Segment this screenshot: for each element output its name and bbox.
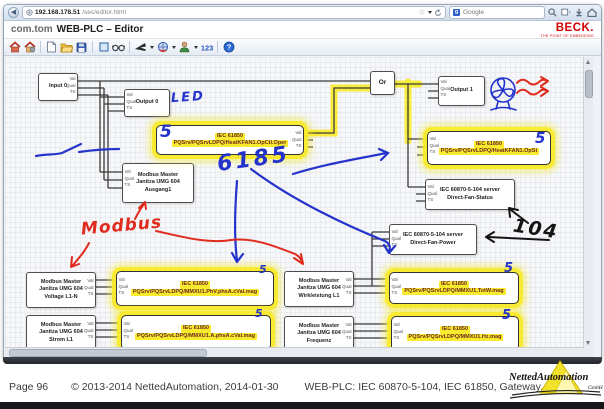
open-folder-icon[interactable] xyxy=(60,41,73,54)
page-header: com.tom WEB-PLC – Editor BECK. THE POINT… xyxy=(4,21,601,39)
google-logo-icon: g xyxy=(453,9,460,16)
scroll-up-arrow-icon[interactable] xyxy=(586,60,590,64)
search-engine-label: Google xyxy=(463,9,484,16)
connector-arrow-icon[interactable] xyxy=(134,41,147,54)
vertical-scroll-thumb[interactable] xyxy=(585,70,593,98)
block-output1[interactable]: Output 1 Val Qual TS xyxy=(438,76,485,106)
arrow-to-ausgang1 xyxy=(134,201,147,220)
block-output0[interactable]: Output 0 Val Qual TS xyxy=(124,89,170,117)
page-number: Page 96 xyxy=(9,381,49,393)
vertical-scrollbar[interactable] xyxy=(583,57,593,357)
widget-icon[interactable] xyxy=(97,41,110,54)
block-104-fan-power[interactable]: IEC 60870-5-104 server Direct-Fan-Power V… xyxy=(389,224,477,255)
connector-dropdown-caret-icon[interactable] xyxy=(150,45,154,49)
preview-glasses-icon[interactable] xyxy=(112,41,125,54)
reload-icon[interactable] xyxy=(434,8,442,17)
beck-logo-text: BECK. xyxy=(555,22,594,34)
fan-sketch xyxy=(490,77,517,111)
arrow-to-opst xyxy=(291,147,390,176)
home-icon[interactable] xyxy=(8,41,21,54)
logo-text: NettedAutomation xyxy=(508,372,589,383)
block-modbus-ausgang1[interactable]: Modbus Master Janitza UMG 604 Ausgang1 Val… xyxy=(122,163,194,203)
block-label: Input 0 xyxy=(48,83,68,90)
address-bar[interactable]: 192.168.178.51/sec/editor.html ☆ xyxy=(22,6,446,19)
horizontal-scrollbar[interactable] xyxy=(5,347,584,357)
horizontal-scroll-thumb[interactable] xyxy=(9,349,207,357)
beck-logo: BECK. THE POINT OF EMBEDDING xyxy=(540,22,594,38)
editor-toolbar: 123 ? xyxy=(4,39,601,56)
heat-wave-2 xyxy=(516,86,549,97)
url-path: /sec/editor.html xyxy=(82,9,126,16)
app-name: com.tom xyxy=(11,24,53,35)
heat-wave-1 xyxy=(516,76,549,87)
help-icon[interactable]: ? xyxy=(222,41,235,54)
block-or[interactable]: Or xyxy=(370,71,395,95)
back-button[interactable]: ◀ xyxy=(8,7,19,18)
bookmark-star-icon[interactable]: ☆ xyxy=(419,9,425,16)
annotation-104: 104 xyxy=(511,214,561,244)
block-label: Output 1 xyxy=(450,87,473,94)
browser-chrome: ◀ 192.168.178.51/sec/editor.html ☆ g Goo… xyxy=(4,5,601,21)
block-iec61850-opst[interactable]: IEC 61850 PQSrv/PQSrvLDPQ/HeatKFAN1.OpSt … xyxy=(427,131,551,165)
copyright: © 2013-2014 NettedAutomation, 2014-01-30 xyxy=(71,381,279,393)
plc-diagram-canvas[interactable]: Input 0 Val Qual TS Output 0 Val Qual TS Or … xyxy=(5,57,593,357)
save-icon[interactable] xyxy=(75,41,88,54)
network-globe-icon[interactable] xyxy=(156,41,169,54)
url-host: 192.168.178.51 xyxy=(35,9,81,16)
annotation-modbus: Modbus xyxy=(80,212,163,240)
arrow-to-voltage xyxy=(70,242,90,268)
block-104-fan-status[interactable]: IEC 60870-5-104 server Direct-Fan-Status … xyxy=(425,179,515,210)
logo-subtext: GmbH xyxy=(588,385,603,391)
annotation-led: LED xyxy=(170,88,206,107)
url-dropdown-caret-icon[interactable] xyxy=(428,11,432,14)
block-modbus-strom[interactable]: Modbus Master Janitza UMG 604 Strom L1 Val… xyxy=(26,315,96,351)
search-box[interactable]: g Google xyxy=(449,6,545,19)
downloads-icon[interactable] xyxy=(575,8,583,17)
home-config-icon[interactable] xyxy=(23,41,36,54)
arrow-to-phv xyxy=(230,179,245,264)
block-modbus-voltage[interactable]: Modbus Master Janitza UMG 604 Voltage L1-N… xyxy=(26,272,96,308)
user-icon[interactable] xyxy=(178,41,191,54)
browser-window: ◀ 192.168.178.51/sec/editor.html ☆ g Goo… xyxy=(3,4,602,359)
nettedautomation-logo: NettedAutomation GmbH xyxy=(508,360,604,407)
block-iec61850-totw[interactable]: IEC 61850 PQSrv/PQSrvLDPQ/MMXU1.TotW.mag … xyxy=(389,272,519,304)
new-file-icon[interactable] xyxy=(45,41,58,54)
network-dropdown-caret-icon[interactable] xyxy=(172,45,176,49)
block-iec61850-opctl-oper[interactable]: IEC 61850 PQSrv/PQSrvLDPQ/HeatKFAN1.OpCtl… xyxy=(156,125,304,155)
arrow-to-fan-power-104 xyxy=(485,231,550,243)
block-iec61850-phv[interactable]: IEC 61850 PQSrv/PQSrvLDPQ/MMXU1.PhV.phsA.… xyxy=(116,271,274,306)
block-label: Or xyxy=(378,78,387,86)
home-shortcut-icon[interactable] xyxy=(587,8,597,17)
arrow-to-wirkleistung xyxy=(155,230,304,265)
switch-sketch xyxy=(34,142,121,158)
search-go-icon[interactable] xyxy=(548,8,557,17)
site-favicon-globe-icon xyxy=(26,9,33,16)
block-label: Output 0 xyxy=(135,99,159,106)
arrow-to-fan-power xyxy=(249,167,397,255)
block-iec61850-hz[interactable]: IEC 61850 PQSrv/PQSrvLDPQ/MMXU1.Hz.mag Va… xyxy=(391,316,519,351)
block-input0[interactable]: Input 0 Val Qual TS xyxy=(38,73,78,101)
user-dropdown-caret-icon[interactable] xyxy=(194,45,198,49)
svg-text:?: ? xyxy=(226,43,231,52)
page-title: WEB-PLC – Editor xyxy=(56,24,144,35)
arrow-to-fan-status xyxy=(508,207,529,224)
beck-logo-tagline: THE POINT OF EMBEDDING xyxy=(540,33,594,38)
scroll-down-arrow-icon[interactable] xyxy=(586,341,590,345)
numeric-io-icon[interactable]: 123 xyxy=(200,41,213,54)
block-modbus-wirkleistung[interactable]: Modbus Master Janitza UMG 604 Wirkleistung… xyxy=(284,271,354,307)
tab-list-icon[interactable] xyxy=(561,8,571,17)
block-iec61850-a-phsa[interactable]: IEC 61850 PQSrv/PQSrvLDPQ/MMXU1.A.phsA.cV… xyxy=(121,315,271,350)
svg-text:123: 123 xyxy=(201,43,213,52)
wire-highlight-marker xyxy=(300,78,423,145)
